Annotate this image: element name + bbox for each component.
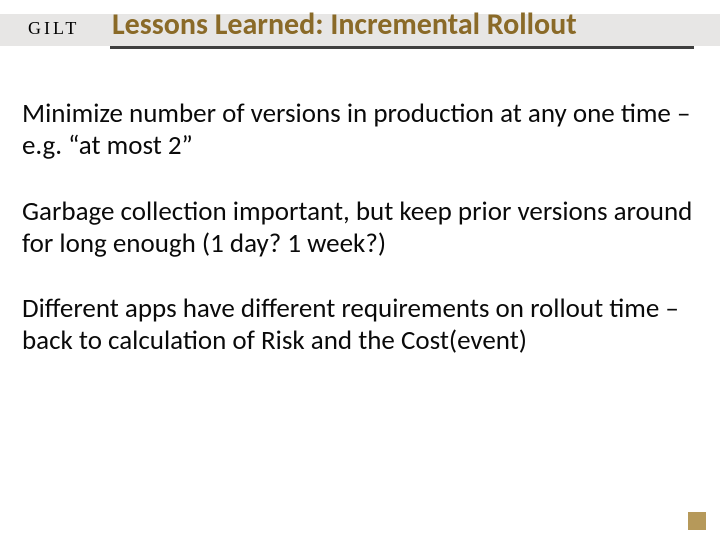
- header-rule: [110, 46, 694, 49]
- slide-body: Minimize number of versions in productio…: [22, 98, 698, 391]
- body-paragraph: Minimize number of versions in productio…: [22, 98, 698, 162]
- footer-accent-icon: [688, 512, 706, 530]
- logo: GILT: [28, 18, 79, 39]
- slide-title: Lessons Learned: Incremental Rollout: [112, 6, 577, 43]
- body-paragraph: Garbage collection important, but keep p…: [22, 196, 698, 260]
- body-paragraph: Different apps have different requiremen…: [22, 293, 698, 357]
